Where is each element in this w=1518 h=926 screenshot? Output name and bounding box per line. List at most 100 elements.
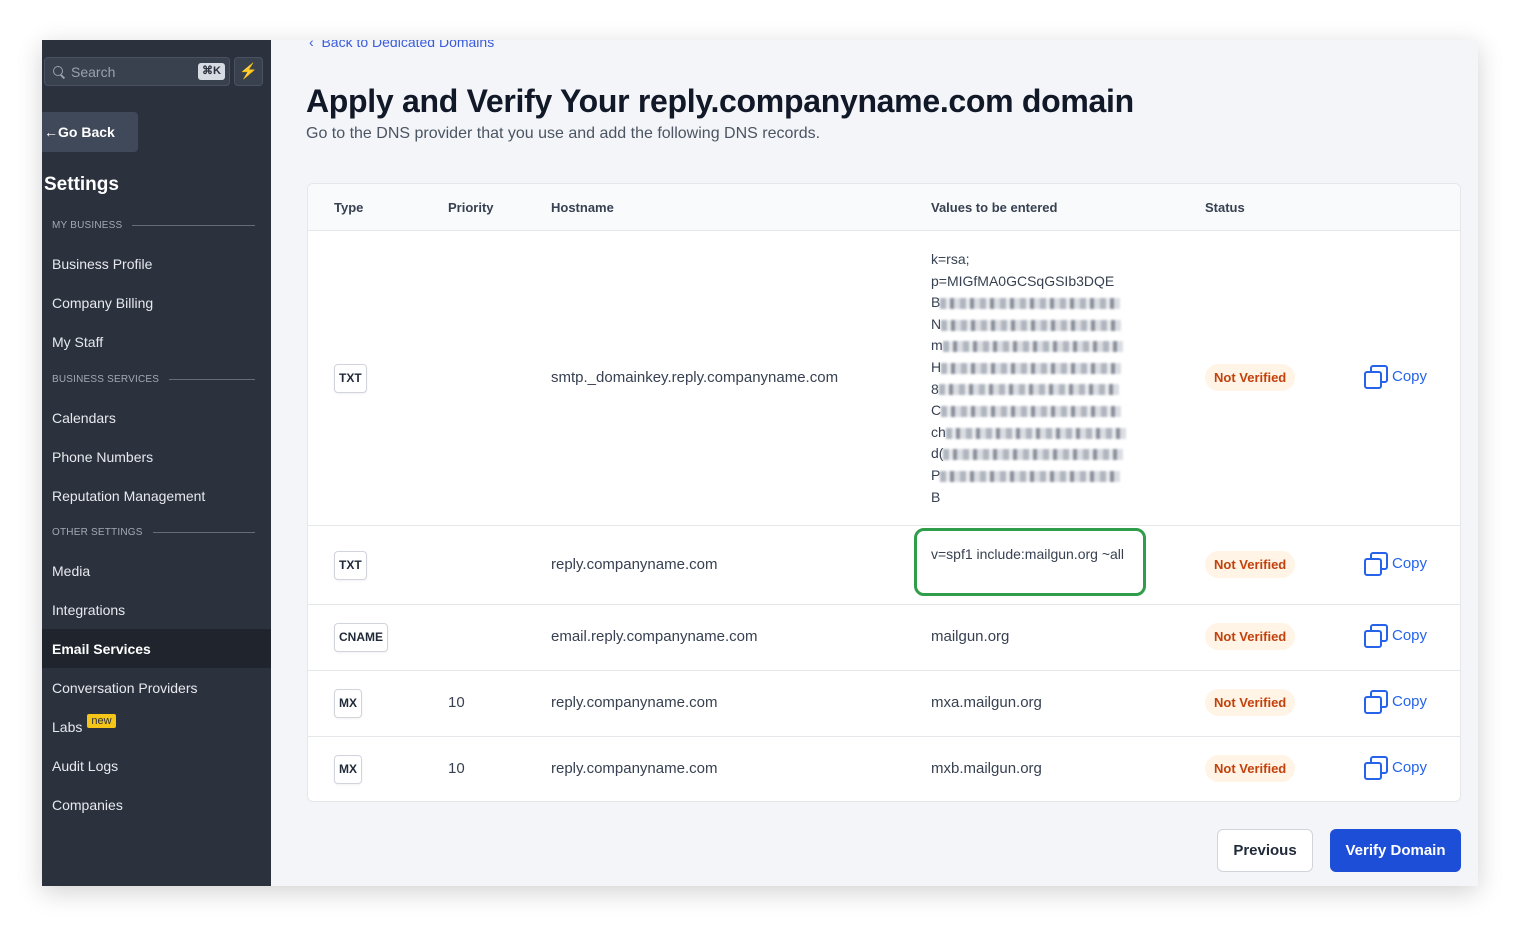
status-badge: Not Verified bbox=[1205, 623, 1296, 650]
sidebar-item-my-staff[interactable]: My Staff bbox=[42, 322, 271, 361]
copy-button[interactable]: Copy bbox=[1364, 365, 1428, 389]
value-cell: mxa.mailgun.org bbox=[931, 694, 1042, 711]
copy-label: Copy bbox=[1392, 554, 1428, 572]
hostname-cell: reply.companyname.com bbox=[551, 694, 718, 711]
redacted-block bbox=[940, 297, 1121, 309]
value-line: 8 bbox=[931, 379, 1141, 401]
shortcut-hint: ⌘K bbox=[198, 63, 225, 80]
sidebar-item-business-profile[interactable]: Business Profile bbox=[42, 244, 271, 283]
header-priority: Priority bbox=[448, 200, 494, 215]
table-row: TXT reply.companyname.com v=spf1 include… bbox=[308, 526, 1460, 605]
value-cell: mailgun.org bbox=[931, 628, 1010, 645]
redacted-block bbox=[941, 319, 1122, 331]
page-title: Apply and Verify Your reply.companyname.… bbox=[306, 83, 1134, 119]
value-line: m bbox=[931, 335, 1141, 357]
sidebar-item-companies[interactable]: Companies bbox=[42, 785, 271, 824]
copy-button[interactable]: Copy bbox=[1364, 756, 1428, 780]
value-line: ch bbox=[931, 422, 1141, 444]
redacted-block bbox=[942, 341, 1123, 353]
redacted-block bbox=[938, 384, 1119, 396]
sidebar-item-calendars[interactable]: Calendars bbox=[42, 398, 271, 437]
copy-label: Copy bbox=[1392, 626, 1428, 644]
bolt-icon[interactable]: ⚡ bbox=[234, 57, 263, 86]
priority-cell: 10 bbox=[448, 760, 465, 777]
header-status: Status bbox=[1205, 200, 1245, 215]
type-badge: MX bbox=[334, 689, 362, 718]
app-window: Search ⌘K ⚡ ← Go Back Settings MY BUSINE… bbox=[42, 40, 1478, 886]
redacted-block bbox=[943, 449, 1124, 461]
value-line: N bbox=[931, 314, 1141, 336]
dns-records-table: Type Priority Hostname Values to be ente… bbox=[307, 183, 1461, 802]
status-badge: Not Verified bbox=[1205, 689, 1296, 716]
value-line: P bbox=[931, 465, 1141, 487]
priority-cell: 10 bbox=[448, 694, 465, 711]
verify-domain-button[interactable]: Verify Domain bbox=[1330, 829, 1461, 872]
redacted-block bbox=[941, 405, 1122, 417]
section-label-business-services: BUSINESS SERVICES bbox=[52, 374, 255, 385]
status-badge: Not Verified bbox=[1205, 551, 1296, 578]
type-badge: MX bbox=[334, 755, 362, 784]
hostname-cell: reply.companyname.com bbox=[551, 556, 718, 573]
copy-icon bbox=[1364, 624, 1388, 648]
page-subtitle: Go to the DNS provider that you use and … bbox=[306, 125, 821, 142]
redacted-block bbox=[941, 362, 1122, 374]
value-line: d( bbox=[931, 443, 1141, 465]
sidebar-item-email-services[interactable]: Email Services bbox=[42, 629, 271, 668]
redacted-block bbox=[940, 470, 1121, 482]
copy-icon bbox=[1364, 756, 1388, 780]
copy-button[interactable]: Copy bbox=[1364, 690, 1428, 714]
value-line: B bbox=[931, 488, 941, 505]
go-back-label: Go Back bbox=[58, 124, 115, 140]
value-line: C bbox=[931, 400, 1141, 422]
copy-icon bbox=[1364, 552, 1388, 576]
table-row: CNAME email.reply.companyname.com mailgu… bbox=[308, 605, 1460, 671]
value-line: B bbox=[931, 292, 1141, 314]
sidebar-item-labs-label: Labs bbox=[52, 718, 83, 735]
header-values: Values to be entered bbox=[931, 200, 1058, 215]
search-icon bbox=[53, 65, 65, 78]
sidebar-item-integrations[interactable]: Integrations bbox=[42, 590, 271, 629]
table-row: MX 10 reply.companyname.com mxb.mailgun.… bbox=[308, 737, 1460, 801]
sidebar-item-reputation-management[interactable]: Reputation Management bbox=[42, 476, 271, 515]
previous-button[interactable]: Previous bbox=[1217, 829, 1313, 872]
copy-button[interactable]: Copy bbox=[1364, 552, 1428, 576]
copy-button[interactable]: Copy bbox=[1364, 624, 1428, 648]
value-line: p=MIGfMA0GCSqGSIb3DQE bbox=[931, 272, 1115, 289]
new-badge: new bbox=[87, 713, 116, 728]
status-badge: Not Verified bbox=[1205, 755, 1296, 782]
type-badge: TXT bbox=[334, 364, 367, 393]
copy-label: Copy bbox=[1392, 758, 1428, 776]
go-back-button[interactable]: ← Go Back bbox=[42, 112, 138, 152]
copy-icon bbox=[1364, 365, 1388, 389]
search-input[interactable]: Search ⌘K bbox=[44, 57, 230, 86]
value-cell: v=spf1 include:mailgun.org ~all bbox=[931, 546, 1125, 562]
redacted-block bbox=[945, 427, 1126, 439]
hostname-cell: email.reply.companyname.com bbox=[551, 628, 758, 645]
dkim-value: k=rsa; p=MIGfMA0GCSqGSIb3DQE B N m H 8 C… bbox=[931, 249, 1141, 508]
header-type: Type bbox=[334, 200, 364, 215]
sidebar-item-phone-numbers[interactable]: Phone Numbers bbox=[42, 437, 271, 476]
copy-icon bbox=[1364, 690, 1388, 714]
search-placeholder: Search bbox=[71, 63, 116, 80]
copy-label: Copy bbox=[1392, 692, 1428, 710]
hostname-cell: reply.companyname.com bbox=[551, 760, 718, 777]
copy-label: Copy bbox=[1392, 367, 1428, 385]
main-content: ‹ Back to Dedicated Domains Apply and Ve… bbox=[271, 40, 1478, 886]
header-hostname: Hostname bbox=[551, 200, 614, 215]
sidebar-item-company-billing[interactable]: Company Billing bbox=[42, 283, 271, 322]
type-badge: TXT bbox=[334, 551, 367, 580]
arrow-left-icon: ← bbox=[44, 124, 58, 140]
table-row: TXT smtp._domainkey.reply.companyname.co… bbox=[308, 231, 1460, 526]
sidebar-item-conversation-providers[interactable]: Conversation Providers bbox=[42, 668, 271, 707]
sidebar-item-media[interactable]: Media bbox=[42, 551, 271, 590]
table-row: MX 10 reply.companyname.com mxa.mailgun.… bbox=[308, 671, 1460, 737]
type-badge: CNAME bbox=[334, 623, 388, 652]
status-badge: Not Verified bbox=[1205, 364, 1296, 391]
sidebar: Search ⌘K ⚡ ← Go Back Settings MY BUSINE… bbox=[42, 40, 271, 886]
value-line: k=rsa; bbox=[931, 251, 970, 267]
section-label-my-business: MY BUSINESS bbox=[52, 220, 255, 231]
back-link[interactable]: ‹ Back to Dedicated Domains bbox=[309, 40, 494, 50]
sidebar-item-audit-logs[interactable]: Audit Logs bbox=[42, 746, 271, 785]
value-line: H bbox=[931, 357, 1141, 379]
sidebar-item-labs[interactable]: Labs new bbox=[42, 707, 271, 746]
